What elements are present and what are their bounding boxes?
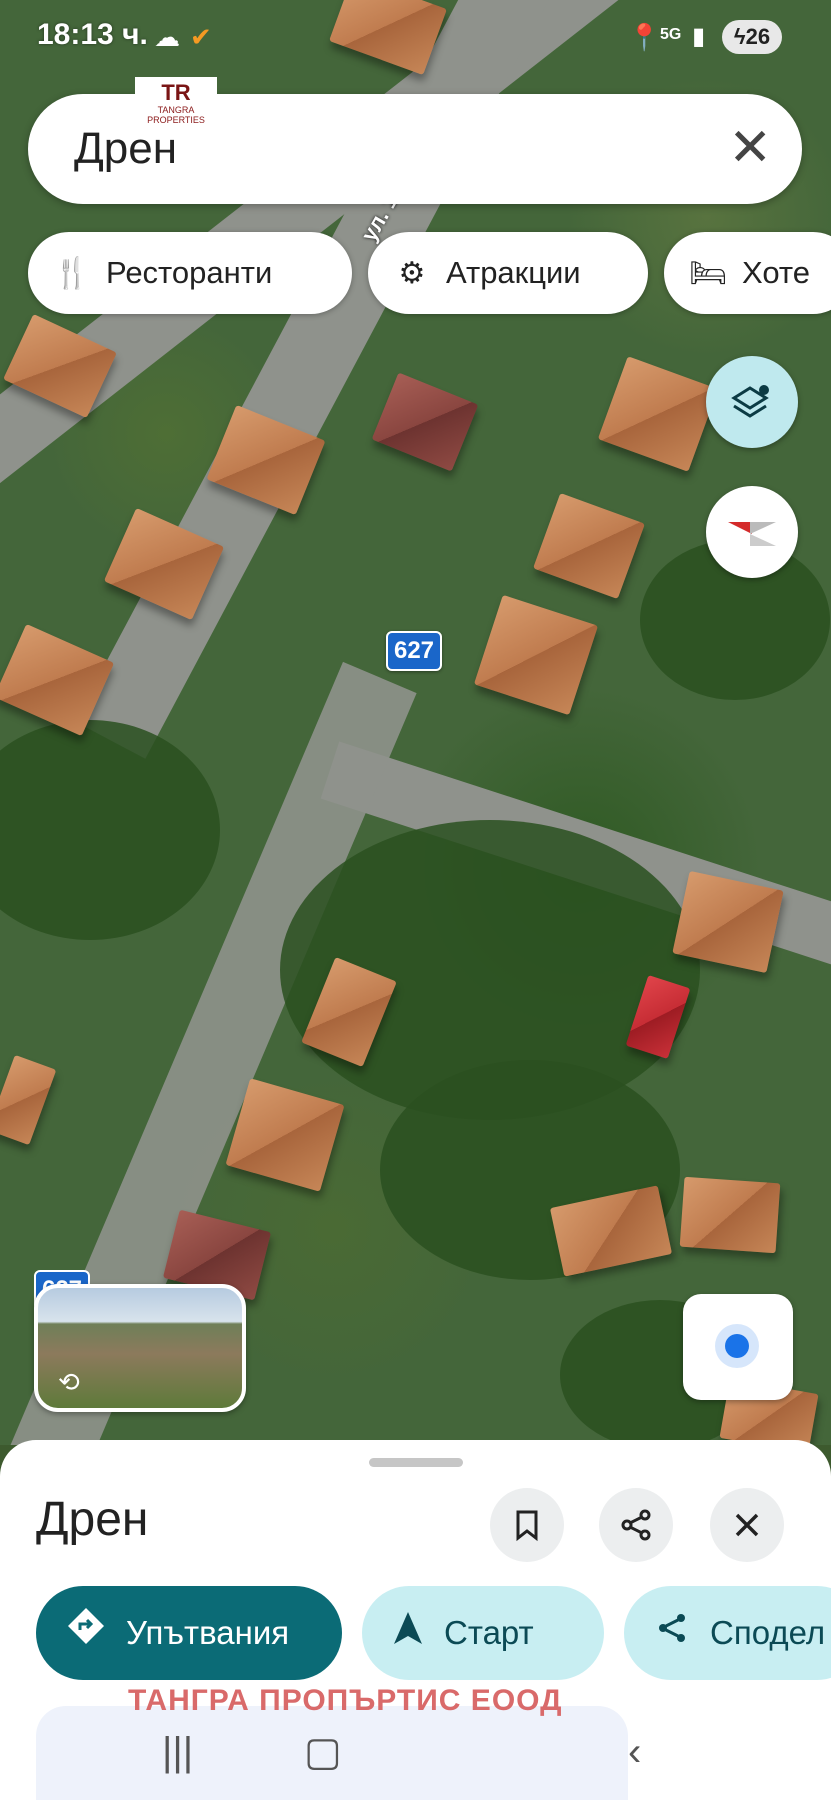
chip-label: Ресторанти <box>106 255 273 290</box>
charging-icon: ϟ <box>733 24 746 49</box>
directions-button[interactable]: Упътвания <box>36 1586 342 1680</box>
share-action-button[interactable]: Сподел <box>624 1586 831 1680</box>
share-icon <box>654 1588 690 1680</box>
close-icon <box>735 1513 759 1537</box>
close-icon[interactable]: ✕ <box>728 118 772 178</box>
close-sheet-button[interactable] <box>710 1488 784 1562</box>
house-roof <box>679 1176 781 1254</box>
status-bar: 18:13 ч. ☁ ✔ 📍 5G ▮ ϟ26 <box>0 0 831 76</box>
street-view-thumbnail[interactable]: ⟲ <box>34 1284 246 1412</box>
navigation-arrow-icon <box>392 1588 424 1680</box>
route-number-sign[interactable]: 627 <box>386 631 442 671</box>
watermark-text: ТАНГРА ПРОПЪРТИС ЕООД <box>128 1684 563 1717</box>
share-icon <box>621 1509 651 1541</box>
tree <box>0 720 220 940</box>
restaurant-icon: 🍴 <box>53 257 91 290</box>
house-roof <box>597 356 719 472</box>
hotel-icon: 🛏 <box>688 257 728 290</box>
chip-attractions[interactable]: ⚙ Атракции <box>368 232 648 314</box>
house-roof <box>0 1054 57 1146</box>
location-icon: 📍 <box>628 22 661 52</box>
watermark-logo: TR TANGRA PROPERTIES <box>135 77 217 125</box>
directions-label: Упътвания <box>126 1614 290 1651</box>
chip-label: Хоте <box>742 255 810 290</box>
back-icon[interactable]: ‹ <box>628 1730 641 1774</box>
clock: 18:13 ч. <box>37 18 148 51</box>
battery-level: 26 <box>745 24 771 49</box>
my-location-icon <box>725 1334 749 1358</box>
signal-icon: ▮ <box>692 23 706 50</box>
attraction-icon: ⚙ <box>398 257 426 290</box>
home-icon[interactable]: ▢ <box>304 1730 342 1774</box>
system-navigation-bar: ||| ▢ ‹ <box>36 1706 641 1800</box>
place-title: Дрен <box>36 1493 149 1546</box>
drag-handle[interactable] <box>369 1458 463 1467</box>
start-label: Старт <box>444 1614 534 1651</box>
compass-south-icon <box>750 522 776 546</box>
layers-button[interactable] <box>706 356 798 448</box>
logo-text: TANGRA PROPERTIES <box>147 105 205 125</box>
share-label: Сподел <box>710 1614 826 1651</box>
house-roof <box>371 372 479 472</box>
search-input[interactable]: Дрен <box>74 124 177 174</box>
directions-icon <box>66 1588 106 1680</box>
layers-icon <box>731 385 769 418</box>
my-location-button[interactable] <box>683 1294 793 1400</box>
share-button[interactable] <box>599 1488 673 1562</box>
chip-restaurants[interactable]: 🍴 Ресторанти <box>28 232 352 314</box>
chip-hotels[interactable]: 🛏 Хоте <box>664 232 831 314</box>
rotate-360-icon: ⟲ <box>58 1367 80 1397</box>
compass-button[interactable] <box>706 486 798 578</box>
network-type-icon: 5G <box>660 26 682 43</box>
logo-mark: TR <box>161 80 191 105</box>
app-notification-icon: ✔ <box>190 22 212 52</box>
satellite-map[interactable]: ул. 11 627 <box>0 0 831 1445</box>
chip-label: Атракции <box>446 255 581 290</box>
save-button[interactable] <box>490 1488 564 1562</box>
bookmark-icon <box>516 1510 538 1542</box>
house-roof <box>533 493 645 599</box>
weather-icon: ☁ <box>154 22 180 52</box>
start-navigation-button[interactable]: Старт <box>362 1586 604 1680</box>
house-roof <box>473 594 599 716</box>
recent-apps-icon[interactable]: ||| <box>162 1730 193 1774</box>
battery-indicator: ϟ26 <box>722 20 782 54</box>
compass-north-icon <box>728 522 752 534</box>
place-bottom-sheet[interactable]: Дрен Упътвания Старт Сподел ||| ▢ ‹ ТАНГ… <box>0 1440 831 1800</box>
